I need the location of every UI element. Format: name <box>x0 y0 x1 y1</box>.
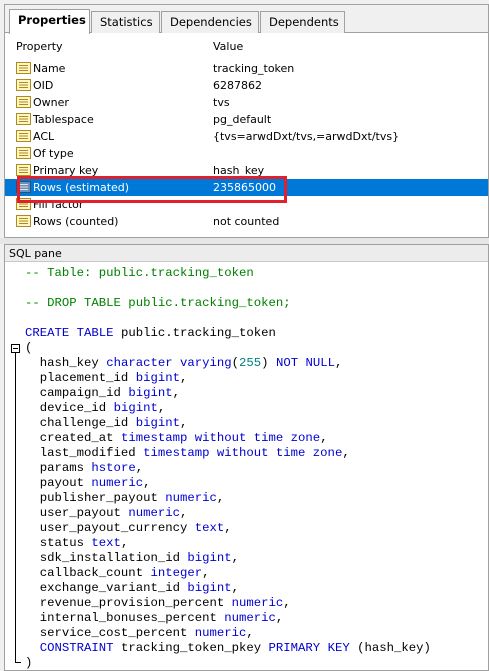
sql-line: -- Table: public.tracking_token <box>25 266 254 280</box>
sql-line: user_payout numeric, <box>25 506 188 520</box>
property-key: ACL <box>33 130 55 143</box>
sql-line: CREATE TABLE public.tracking_token <box>25 326 276 340</box>
sql-line: revenue_provision_percent numeric, <box>25 596 291 610</box>
property-value: tracking_token <box>213 62 295 75</box>
property-icon <box>16 215 31 227</box>
property-row-of-type[interactable]: Of type <box>5 145 488 162</box>
tab-dependents[interactable]: Dependents <box>260 11 345 33</box>
property-column-header[interactable]: Property <box>16 40 63 53</box>
fold-end-marker <box>15 662 21 663</box>
sql-line: exchange_variant_id bigint, <box>25 581 240 595</box>
property-key: OID <box>33 79 54 92</box>
property-value: pg_default <box>213 113 272 126</box>
property-icon <box>16 164 31 176</box>
property-row-owner[interactable]: Owner tvs <box>5 94 488 111</box>
sql-line: device_id bigint, <box>25 401 166 415</box>
sql-pane[interactable]: SQL pane -- Table: public.tracking_token… <box>4 244 489 671</box>
sql-pane-title-bar: SQL pane <box>5 245 488 262</box>
sql-line: challenge_id bigint, <box>25 416 188 430</box>
tab-statistics[interactable]: Statistics <box>91 11 160 33</box>
property-key: Of type <box>33 147 74 160</box>
sql-line: hash_key character varying(255) NOT NULL… <box>25 356 343 370</box>
sql-pane-title: SQL pane <box>9 247 62 260</box>
sql-line: service_cost_percent numeric, <box>25 626 254 640</box>
property-icon <box>16 79 31 91</box>
sql-line: placement_id bigint, <box>25 371 188 385</box>
property-row-name[interactable]: Name tracking_token <box>5 60 488 77</box>
sql-line: campaign_id bigint, <box>25 386 180 400</box>
property-key: Owner <box>33 96 69 109</box>
sql-line: internal_bonuses_percent numeric, <box>25 611 284 625</box>
properties-panel: Properties Statistics Dependencies Depen… <box>4 4 489 238</box>
tab-dependencies[interactable]: Dependencies <box>161 11 259 33</box>
sql-line: publisher_payout numeric, <box>25 491 225 505</box>
property-key: Name <box>33 62 66 75</box>
property-icon <box>16 113 31 125</box>
fold-collapse-icon[interactable] <box>11 344 20 353</box>
sql-line: sdk_installation_id bigint, <box>25 551 240 565</box>
property-row-oid[interactable]: OID 6287862 <box>5 77 488 94</box>
property-icon <box>16 130 31 142</box>
property-icon <box>16 96 31 108</box>
highlight-annotation-box <box>17 176 287 203</box>
property-row-tablespace[interactable]: Tablespace pg_default <box>5 111 488 128</box>
property-key: Rows (counted) <box>33 215 119 228</box>
property-icon <box>16 147 31 159</box>
property-icon <box>16 62 31 74</box>
sql-line: ( <box>25 341 33 355</box>
sql-line: status text, <box>25 536 129 550</box>
sql-line: user_payout_currency text, <box>25 521 232 535</box>
property-value: tvs <box>213 96 230 109</box>
property-value: not counted <box>213 215 280 228</box>
property-row-rows-counted[interactable]: Rows (counted) not counted <box>5 213 488 230</box>
tab-properties[interactable]: Properties <box>9 9 90 34</box>
sql-line: payout numeric, <box>25 476 151 490</box>
property-row-acl[interactable]: ACL {tvs=arwdDxt/tvs,=arwdDxt/tvs} <box>5 128 488 145</box>
sql-line: callback_count integer, <box>25 566 210 580</box>
sql-line: last_modified timestamp without time zon… <box>25 446 350 460</box>
sql-line: params hstore, <box>25 461 144 475</box>
sql-line: -- DROP TABLE public.tracking_token; <box>25 296 291 310</box>
properties-header: Property Value <box>5 35 488 59</box>
value-column-header[interactable]: Value <box>213 40 243 53</box>
property-value: {tvs=arwdDxt/tvs,=arwdDxt/tvs} <box>213 130 400 143</box>
property-key: Tablespace <box>33 113 94 126</box>
property-value: 6287862 <box>213 79 262 92</box>
fold-guide-line <box>15 353 16 663</box>
sql-line: created_at timestamp without time zone, <box>25 431 328 445</box>
tab-strip: Properties Statistics Dependencies Depen… <box>5 5 488 34</box>
sql-line: ) <box>25 656 33 670</box>
sql-line: CONSTRAINT tracking_token_pkey PRIMARY K… <box>39 641 431 655</box>
